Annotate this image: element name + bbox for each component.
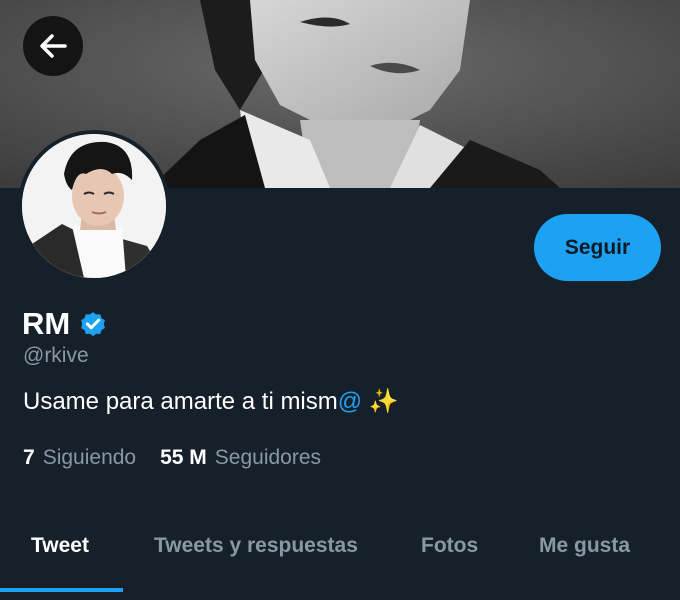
- profile-name: RM: [22, 306, 71, 341]
- followers-count: 55 M: [160, 446, 207, 469]
- back-button[interactable]: [23, 16, 83, 76]
- profile-bio: Usame para amarte a ti mism@ ✨: [23, 387, 399, 416]
- profile-stats: 7 Siguiendo 55 M Seguidores: [23, 446, 321, 470]
- tab-photos[interactable]: Fotos: [421, 534, 478, 558]
- avatar[interactable]: [18, 130, 170, 282]
- bio-at-symbol: @: [337, 388, 363, 415]
- profile-name-row: RM: [22, 304, 108, 344]
- avatar-photo: [22, 134, 166, 278]
- arrow-left-icon: [40, 34, 67, 58]
- following-label: Siguiendo: [42, 446, 137, 469]
- profile-handle: @rkive: [23, 344, 89, 367]
- follow-button[interactable]: Seguir: [534, 214, 661, 281]
- tab-likes[interactable]: Me gusta: [539, 534, 630, 558]
- tab-tweet[interactable]: Tweet: [31, 534, 89, 558]
- sparkles-emoji: ✨: [368, 388, 399, 415]
- tab-tweets-and-replies[interactable]: Tweets y respuestas: [154, 534, 358, 558]
- profile-tabs: Tweet Tweets y respuestas Fotos Me gusta: [0, 510, 680, 600]
- active-tab-indicator: [0, 588, 123, 592]
- following-count: 7: [23, 446, 35, 469]
- verified-badge-icon: [81, 312, 106, 337]
- following-link[interactable]: 7 Siguiendo: [23, 446, 136, 470]
- bio-text: Usame para amarte a ti mism: [23, 388, 338, 415]
- followers-label: Seguidores: [214, 446, 322, 469]
- followers-link[interactable]: 55 M Seguidores: [160, 446, 321, 470]
